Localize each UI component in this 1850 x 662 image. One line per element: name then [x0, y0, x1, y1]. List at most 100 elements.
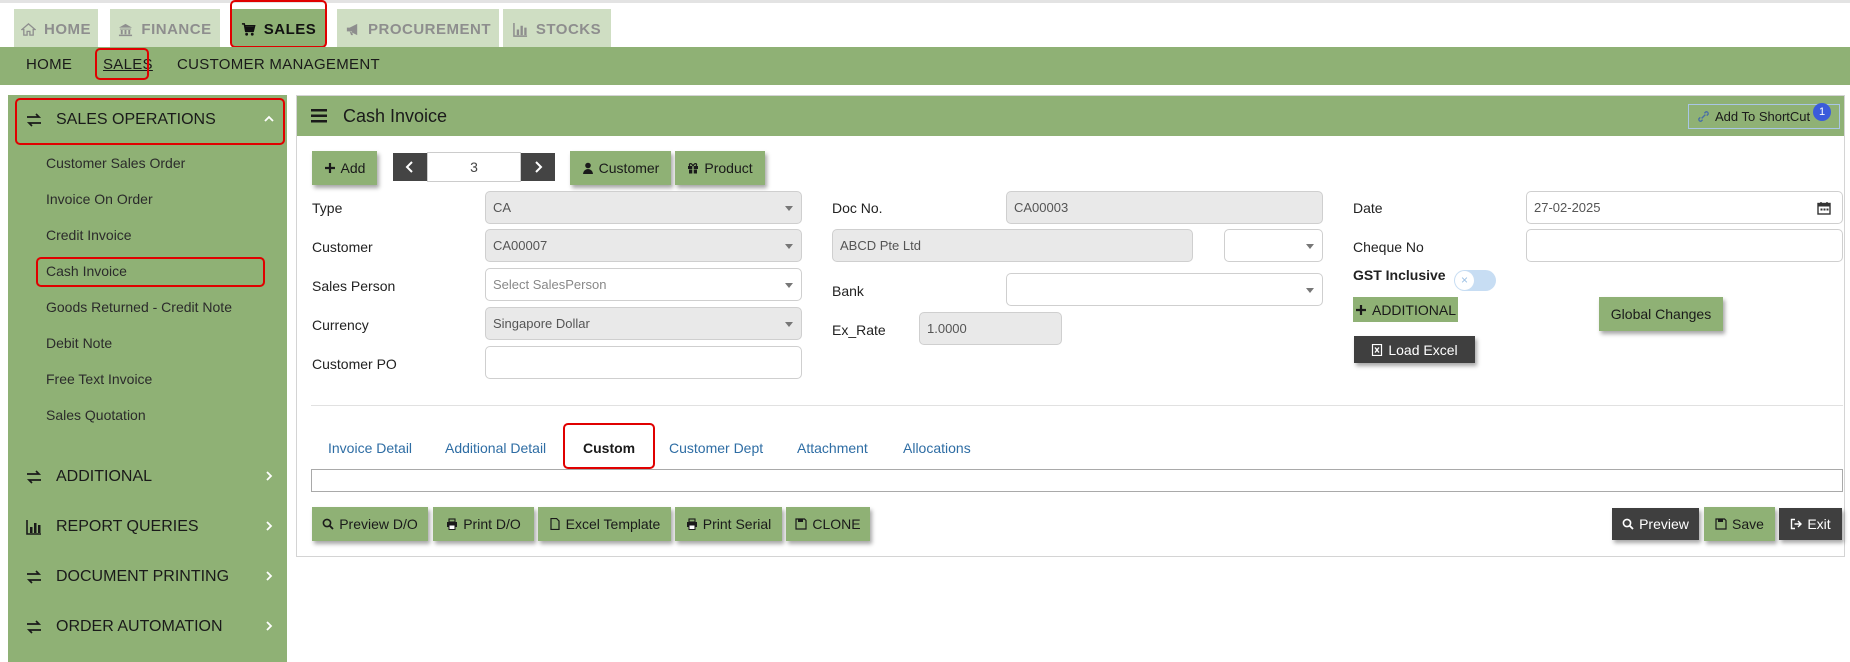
sidebar: SALES OPERATIONS Customer Sales Order In…: [8, 95, 287, 662]
exchange-icon: [26, 620, 42, 634]
chevron-right-icon: [535, 161, 543, 173]
user-icon: [582, 162, 593, 174]
printer-icon: [447, 518, 458, 530]
global-changes-button[interactable]: Global Changes: [1599, 297, 1723, 331]
exit-button[interactable]: Exit: [1779, 508, 1842, 540]
panel-header: Cash Invoice Add To ShortCut 1: [297, 96, 1844, 136]
sidebar-item-sales-quotation[interactable]: Sales Quotation: [46, 407, 146, 423]
form-divider: [311, 405, 1843, 406]
next-record-button[interactable]: [521, 153, 555, 181]
module-tab-procurement[interactable]: PROCUREMENT: [337, 9, 499, 50]
caret-down-icon: [785, 244, 793, 249]
type-select[interactable]: CA: [485, 191, 802, 224]
sidebar-item-credit-invoice[interactable]: Credit Invoice: [46, 227, 132, 243]
sub-navbar: HOME SALES CUSTOMER MANAGEMENT: [0, 47, 1850, 85]
exchange-icon: [26, 470, 42, 484]
add-to-shortcut-button[interactable]: Add To ShortCut 1: [1688, 103, 1840, 129]
caret-down-icon: [1306, 288, 1314, 293]
caret-down-icon: [785, 322, 793, 327]
doc-no-field[interactable]: CA00003: [1006, 191, 1323, 224]
subnav-sales[interactable]: SALES: [103, 56, 153, 73]
sidebar-item-free-text-invoice[interactable]: Free Text Invoice: [46, 371, 152, 387]
save-button[interactable]: Save: [1704, 507, 1775, 541]
chevron-right-icon: [266, 521, 273, 531]
customer-name-field[interactable]: ABCD Pte Ltd: [832, 229, 1193, 262]
sidebar-section-sales-operations[interactable]: SALES OPERATIONS: [8, 98, 287, 142]
chevron-right-icon: [266, 471, 273, 481]
module-tab-finance[interactable]: FINANCE: [110, 9, 220, 50]
customer-button[interactable]: Customer: [570, 151, 671, 185]
sidebar-group-additional[interactable]: ADDITIONAL: [8, 455, 287, 499]
plus-icon: [324, 163, 335, 173]
module-tab-stocks[interactable]: STOCKS: [503, 9, 611, 50]
customer-label: Customer: [312, 239, 373, 255]
doc-no-label: Doc No.: [832, 200, 883, 216]
tab-invoice-detail[interactable]: Invoice Detail: [328, 440, 412, 456]
tab-attachment[interactable]: Attachment: [797, 440, 868, 456]
bank-select[interactable]: [1006, 273, 1323, 306]
tab-content-area: [311, 469, 1843, 492]
record-number-field[interactable]: 3: [427, 152, 521, 182]
currency-select[interactable]: Singapore Dollar: [485, 307, 802, 340]
shortcut-count-badge: 1: [1813, 103, 1831, 121]
sidebar-item-cash-invoice[interactable]: Cash Invoice: [46, 263, 127, 279]
cart-icon: [241, 22, 256, 37]
customer-po-input[interactable]: [485, 346, 802, 379]
module-tab-sales[interactable]: SALES: [232, 9, 325, 50]
save-icon: [795, 518, 807, 530]
sales-person-select[interactable]: Select SalesPerson: [485, 268, 802, 301]
preview-do-button[interactable]: Preview D/O: [312, 507, 428, 541]
megaphone-icon: [345, 22, 360, 37]
customer-extra-select[interactable]: [1224, 229, 1323, 262]
close-icon: ×: [1455, 271, 1474, 290]
calendar-icon: [1816, 201, 1831, 215]
load-excel-button[interactable]: Load Excel: [1354, 336, 1475, 363]
sign-out-icon: [1791, 518, 1803, 530]
cheque-no-label: Cheque No: [1353, 239, 1424, 255]
link-icon: [1698, 111, 1709, 122]
sidebar-item-customer-sales-order[interactable]: Customer Sales Order: [46, 155, 185, 171]
add-button[interactable]: Add: [312, 151, 377, 185]
chevron-right-icon: [266, 621, 273, 631]
sidebar-group-report-queries[interactable]: REPORT QUERIES: [8, 505, 287, 549]
currency-label: Currency: [312, 317, 369, 333]
search-icon: [1622, 518, 1634, 530]
tab-additional-detail[interactable]: Additional Detail: [445, 440, 546, 456]
sidebar-item-goods-returned[interactable]: Goods Returned - Credit Note: [46, 299, 232, 315]
subnav-home[interactable]: HOME: [26, 56, 72, 73]
save-icon: [1715, 518, 1727, 530]
preview-button[interactable]: Preview: [1612, 508, 1699, 540]
chevron-right-icon: [266, 571, 273, 581]
chevron-left-icon: [405, 161, 413, 173]
sidebar-item-debit-note[interactable]: Debit Note: [46, 335, 112, 351]
additional-button[interactable]: ADDITIONAL: [1353, 297, 1458, 322]
print-do-button[interactable]: Print D/O: [433, 507, 534, 541]
sidebar-item-invoice-on-order[interactable]: Invoice On Order: [46, 191, 153, 207]
tab-allocations[interactable]: Allocations: [903, 440, 971, 456]
subnav-customer-management[interactable]: CUSTOMER MANAGEMENT: [177, 56, 380, 73]
print-serial-button[interactable]: Print Serial: [675, 507, 782, 541]
exchange-icon: [26, 113, 42, 127]
ex-rate-field[interactable]: 1.0000: [919, 312, 1062, 345]
module-tab-home[interactable]: HOME: [14, 9, 98, 50]
tab-custom[interactable]: Custom: [583, 440, 635, 456]
sidebar-group-document-printing[interactable]: DOCUMENT PRINTING: [8, 555, 287, 599]
tab-customer-dept[interactable]: Customer Dept: [669, 440, 763, 456]
customer-po-label: Customer PO: [312, 356, 397, 372]
prev-record-button[interactable]: [393, 153, 427, 181]
calendar-button[interactable]: [1805, 191, 1843, 224]
date-input[interactable]: 27-02-2025: [1526, 191, 1806, 224]
excel-template-button[interactable]: Excel Template: [538, 507, 671, 541]
cheque-no-input[interactable]: [1526, 229, 1843, 262]
file-icon: [550, 518, 560, 530]
customer-select[interactable]: CA00007: [485, 229, 802, 262]
clone-button[interactable]: CLONE: [786, 507, 870, 541]
gst-inclusive-toggle[interactable]: ×: [1454, 270, 1496, 291]
hamburger-menu-icon[interactable]: [311, 109, 327, 123]
page-title: Cash Invoice: [343, 106, 448, 126]
sales-person-label: Sales Person: [312, 278, 396, 294]
bar-chart-icon: [513, 22, 528, 37]
module-tabbar: HOME FINANCE SALES PROCUREMENT STOCKS: [0, 0, 1850, 50]
sidebar-group-order-automation[interactable]: ORDER AUTOMATION: [8, 605, 287, 649]
product-button[interactable]: Product: [675, 151, 765, 185]
